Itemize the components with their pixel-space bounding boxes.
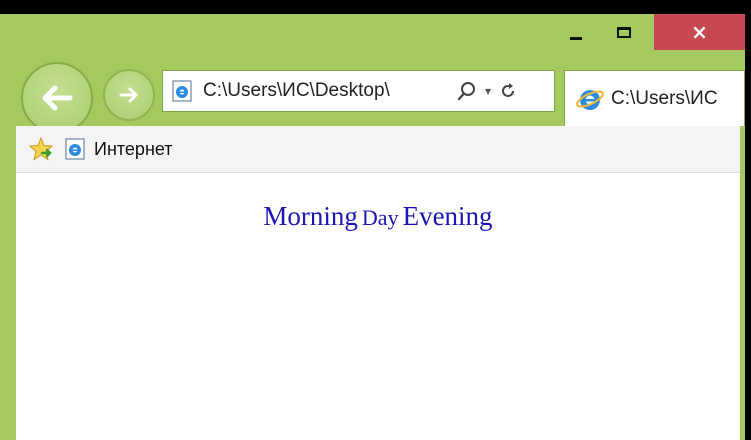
address-url[interactable]: C:\Users\ИС\Desktop\ <box>203 80 451 102</box>
refresh-icon[interactable] <box>499 82 517 100</box>
close-icon: × <box>691 20 708 44</box>
favorites-star-icon[interactable] <box>28 136 54 162</box>
word-day: Day <box>361 205 399 230</box>
back-button[interactable] <box>21 62 93 134</box>
search-icon[interactable] <box>457 81 477 101</box>
address-bar[interactable]: C:\Users\ИС\Desktop\ ▾ <box>162 70 555 112</box>
close-button[interactable]: × <box>654 14 745 50</box>
arrow-left-icon <box>42 85 73 111</box>
forward-button[interactable] <box>103 69 155 121</box>
tab-active[interactable]: C:\Users\ИС <box>564 70 745 126</box>
minimize-icon <box>570 36 582 40</box>
tab-title: C:\Users\ИС <box>611 87 718 109</box>
maximize-button[interactable] <box>602 14 646 50</box>
page-text-line: Morning Day Evening <box>16 201 740 232</box>
maximize-icon <box>617 26 631 38</box>
word-evening: Evening <box>402 201 493 231</box>
ie-page-icon[interactable] <box>64 138 86 160</box>
favorites-bar: Интернет <box>16 126 740 173</box>
word-morning: Morning <box>263 201 358 231</box>
browser-window: × C:\Users\ИС\Desktop\ ▾ C:\Users\ИС Инт… <box>0 14 745 440</box>
page-content: Morning Day Evening <box>16 173 740 440</box>
arrow-right-icon <box>119 87 138 103</box>
internet-explorer-icon <box>576 89 604 110</box>
minimize-button[interactable] <box>556 14 596 50</box>
dropdown-caret-icon[interactable]: ▾ <box>485 84 491 98</box>
favorites-link-internet[interactable]: Интернет <box>94 139 173 160</box>
ie-page-icon <box>172 80 192 102</box>
